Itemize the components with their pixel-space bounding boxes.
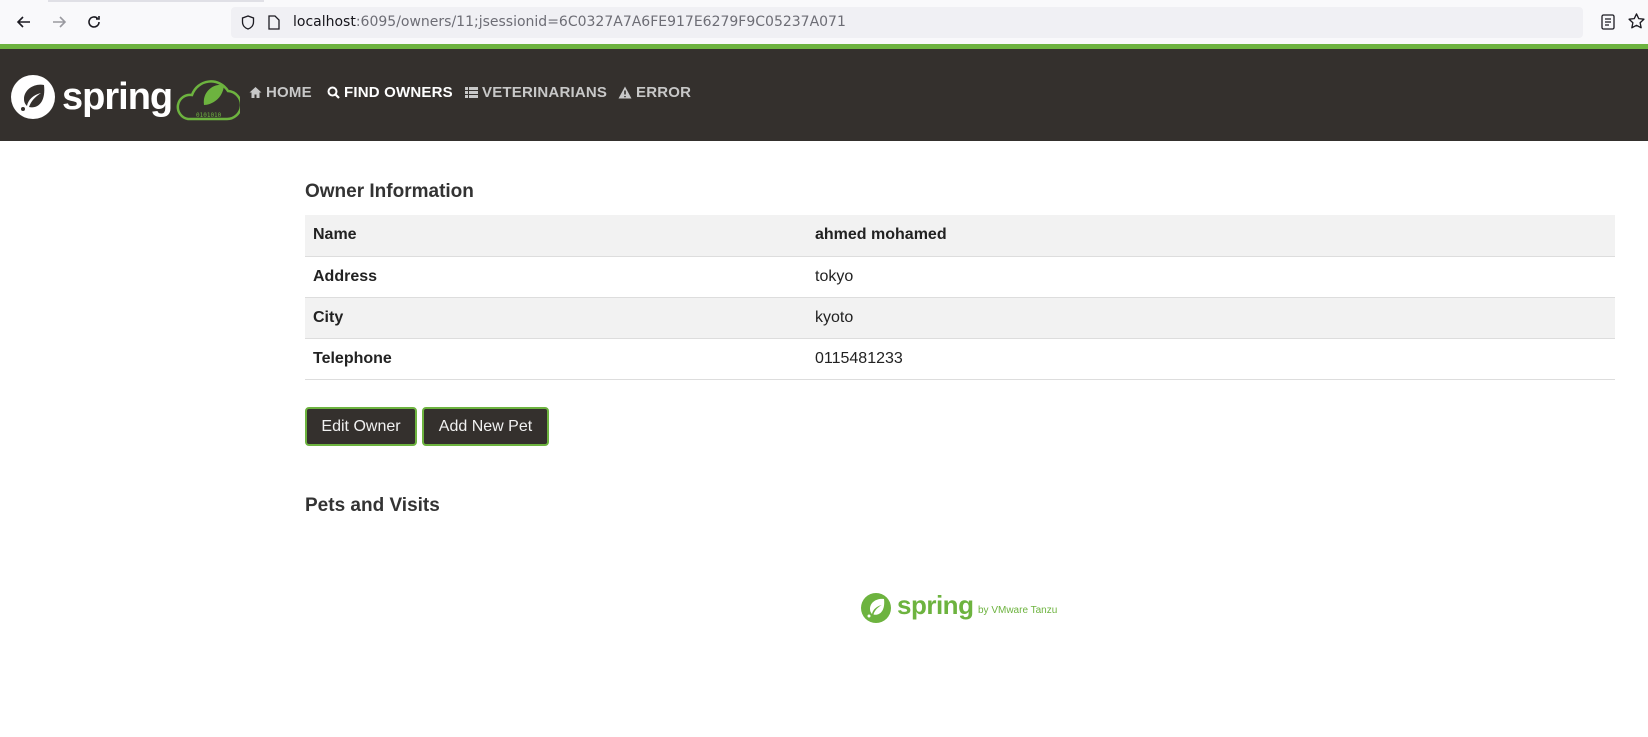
owner-name-value: ahmed mohamed xyxy=(815,226,947,244)
table-row: City kyoto xyxy=(305,297,1615,338)
warning-icon xyxy=(618,86,632,99)
page-icon[interactable] xyxy=(268,15,280,30)
nav-item-veterinarians[interactable]: VETERINARIANS xyxy=(465,84,607,101)
owner-city-value: kyoto xyxy=(815,308,854,326)
browser-toolbar: localhost:6095/owners/11;jsessionid=6C03… xyxy=(0,0,1648,44)
shield-icon[interactable] xyxy=(241,15,255,30)
nav-item-find-owners[interactable]: FIND OWNERS xyxy=(327,84,453,101)
reload-icon[interactable] xyxy=(82,10,106,34)
spring-leaf-icon xyxy=(861,593,891,623)
owner-city-label: City xyxy=(313,308,344,326)
edit-owner-button[interactable]: Edit Owner xyxy=(305,407,417,446)
tab-indicator xyxy=(48,0,264,2)
owner-address-value: tokyo xyxy=(815,267,854,285)
svg-text:0101010: 0101010 xyxy=(196,112,222,119)
main-navbar: spring 0101010 HOME FIND OWNERS VETERINA… xyxy=(0,49,1648,141)
table-row: Telephone 0115481233 xyxy=(305,338,1615,379)
url-text[interactable]: localhost:6095/owners/11;jsessionid=6C03… xyxy=(293,14,846,30)
list-icon xyxy=(465,87,478,98)
nav-item-error[interactable]: ERROR xyxy=(618,84,691,101)
owner-info-table: Name ahmed mohamed Address tokyo City ky… xyxy=(305,215,1615,380)
url-bar[interactable]: localhost:6095/owners/11;jsessionid=6C03… xyxy=(231,7,1583,38)
owner-telephone-label: Telephone xyxy=(313,349,392,367)
svg-text:spring: spring xyxy=(62,76,172,118)
footer-by-text: by VMware Tanzu xyxy=(978,605,1058,616)
bookmark-star-icon[interactable] xyxy=(1627,12,1646,31)
footer-brand-text: spring xyxy=(897,590,974,620)
table-row: Name ahmed mohamed xyxy=(305,215,1615,256)
table-row: Address tokyo xyxy=(305,256,1615,297)
nav-item-home[interactable]: HOME xyxy=(249,84,312,101)
forward-arrow-icon[interactable] xyxy=(47,10,71,34)
owner-name-label: Name xyxy=(313,226,357,244)
add-new-pet-button[interactable]: Add New Pet xyxy=(422,407,549,446)
home-icon xyxy=(249,87,262,98)
back-arrow-icon[interactable] xyxy=(12,10,36,34)
owner-information-heading: Owner Information xyxy=(305,181,474,202)
spring-brand-logo[interactable]: spring 0101010 xyxy=(10,73,243,121)
footer-spring-logo: spring by VMware Tanzu xyxy=(859,590,1061,626)
owner-address-label: Address xyxy=(313,267,378,285)
owner-telephone-value: 0115481233 xyxy=(815,349,903,367)
reader-view-icon[interactable] xyxy=(1601,14,1615,30)
pets-and-visits-heading: Pets and Visits xyxy=(305,495,440,516)
search-icon xyxy=(327,86,340,99)
